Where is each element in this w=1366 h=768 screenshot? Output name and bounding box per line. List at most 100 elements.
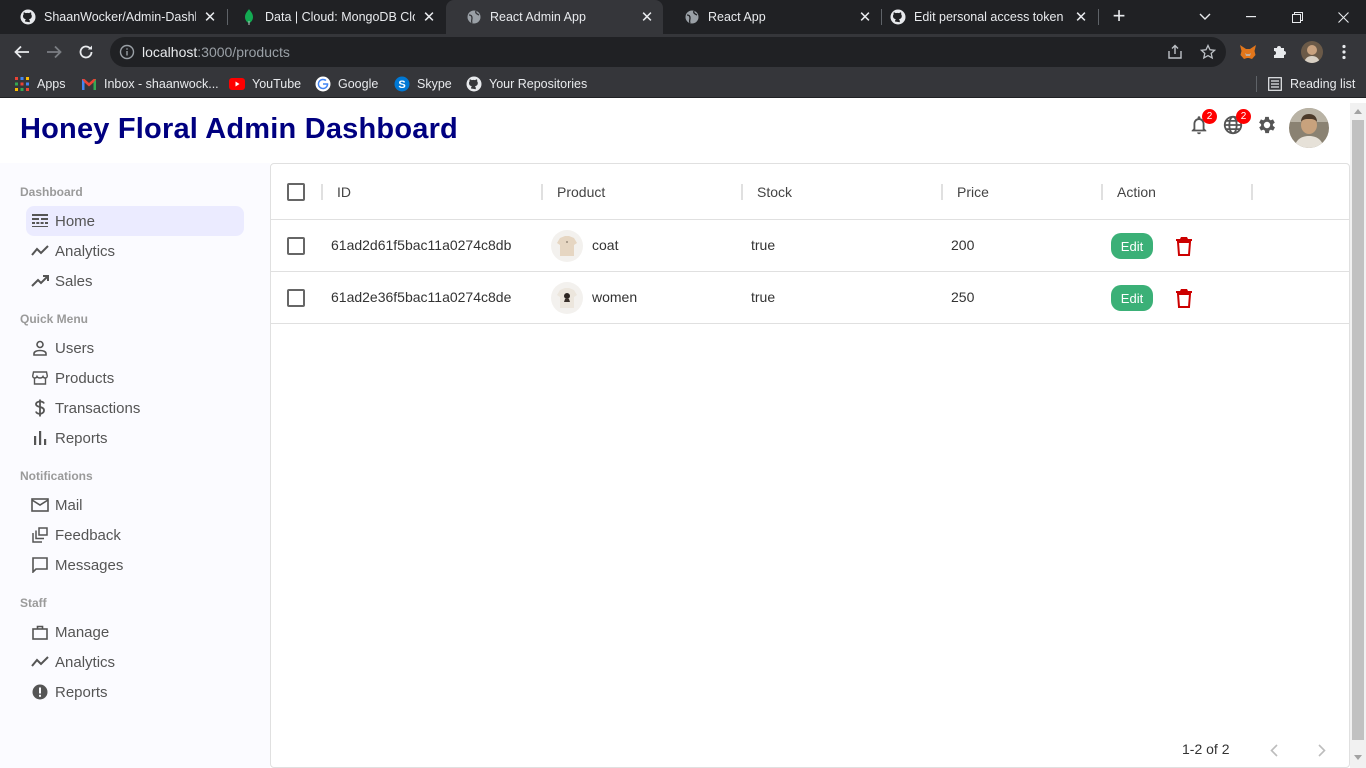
bookmark-label: Apps [37,77,66,91]
select-all-checkbox[interactable] [287,183,305,201]
close-icon[interactable]: ✕ [202,9,218,26]
browser-tab[interactable]: ShaanWocker/Admin-Dashboard ✕ [0,0,226,34]
skype-icon: S [394,76,410,92]
column-header-action[interactable]: Action [1117,184,1156,200]
reload-icon[interactable] [74,40,98,64]
tab-title: Data | Cloud: MongoDB Cloud [265,10,415,24]
sidebar-item-label: Analytics [55,242,116,260]
restore-icon[interactable] [1274,0,1320,34]
sidebar-item-label: Reports [55,429,108,447]
bookmark-gmail[interactable]: Inbox - shaanwock... [81,76,219,92]
url-host: localhost [142,44,198,60]
edit-button[interactable]: Edit [1111,285,1153,311]
reading-list-icon [1267,76,1283,92]
sidebar-item-analytics[interactable]: Analytics [26,236,244,266]
cell-id: 61ad2d61f5bac11a0274c8db [331,237,512,253]
column-header-price[interactable]: Price [957,184,989,200]
person-outline-icon [30,338,50,358]
scroll-down-arrow-icon[interactable] [1354,755,1362,760]
more-vert-icon[interactable] [1335,43,1353,61]
address-bar[interactable]: localhost:3000/products [110,37,1226,67]
sidebar-item-mail[interactable]: Mail [26,490,244,520]
bookmark-star-icon[interactable] [1199,43,1217,61]
sidebar-item-products[interactable]: Products [26,363,244,393]
language-badge: 2 [1236,109,1251,124]
edit-button[interactable]: Edit [1111,233,1153,259]
sidebar-item-home[interactable]: Home [26,206,244,236]
bookmark-label: Your Repositories [489,77,588,91]
chat-bubble-outline-icon [30,555,50,575]
column-separator [1251,184,1253,200]
bookmark-youtube[interactable]: YouTube [229,76,301,92]
minimize-icon[interactable] [1228,0,1274,34]
close-icon[interactable]: ✕ [1073,9,1089,26]
sidebar-item-label: Home [55,212,96,230]
new-tab-icon[interactable]: + [1108,5,1130,27]
bookmark-google[interactable]: Google [315,76,378,92]
chevron-right-icon[interactable] [1310,738,1334,762]
forward-arrow-icon[interactable] [42,40,66,64]
youtube-icon [229,76,245,92]
site-info-icon[interactable] [119,44,135,60]
bookmarks-bar: Apps Inbox - shaanwock... YouTube Google… [0,70,1366,98]
browser-tab[interactable]: React App ✕ [664,0,881,34]
back-arrow-icon[interactable] [10,40,34,64]
sidebar-item-label: Transactions [55,399,141,417]
sidebar-item-staff-analytics[interactable]: Analytics [26,647,244,677]
bookmark-your-repositories[interactable]: Your Repositories [466,76,587,92]
browser-tab-active[interactable]: React Admin App ✕ [446,0,663,34]
report-icon [30,682,50,702]
product-image [551,230,583,262]
cell-price: 250 [951,289,975,305]
storefront-icon [30,368,50,388]
column-header-product[interactable]: Product [557,184,605,200]
reading-list-button[interactable]: Reading list [1256,76,1355,92]
page-scrollbar[interactable] [1350,103,1366,768]
column-header-id[interactable]: ID [337,184,351,200]
sidebar-section-title-dashboard: Dashboard [20,185,83,199]
sidebar-item-messages[interactable]: Messages [26,550,244,580]
close-icon[interactable]: ✕ [639,9,655,26]
settings-button[interactable] [1255,115,1279,139]
sidebar-item-feedback[interactable]: Feedback [26,520,244,550]
column-header-stock[interactable]: Stock [757,184,792,200]
bookmark-apps[interactable]: Apps [14,76,66,92]
share-icon[interactable] [1166,43,1184,61]
bookmark-skype[interactable]: S Skype [394,76,452,92]
chevron-left-icon[interactable] [1262,738,1286,762]
dollar-icon [30,398,50,418]
user-avatar[interactable] [1289,108,1329,148]
notifications-badge: 2 [1202,109,1217,124]
row-checkbox[interactable] [287,289,305,307]
close-icon[interactable]: ✕ [421,9,437,26]
browser-tab[interactable]: Edit personal access token ✕ [870,0,1097,34]
sidebar-item-label: Products [55,369,115,387]
tab-search-icon[interactable] [1182,0,1228,34]
bookmark-label: Inbox - shaanwock... [104,77,219,91]
sidebar-item-users[interactable]: Users [26,333,244,363]
table-row[interactable]: 61ad2d61f5bac11a0274c8db coat true 200 E… [271,220,1349,272]
table-row[interactable]: 61ad2e36f5bac11a0274c8de women true 250 … [271,272,1349,324]
profile-avatar-icon[interactable] [1301,41,1323,63]
sidebar-item-reports[interactable]: Reports [26,423,244,453]
metamask-fox-icon[interactable] [1239,43,1257,61]
browser-toolbar: localhost:3000/products [0,34,1366,70]
mail-outline-icon [30,495,50,515]
trending-up-icon [30,271,50,291]
column-separator [941,184,943,200]
sidebar-item-manage[interactable]: Manage [26,617,244,647]
notifications-button[interactable]: 2 [1187,109,1217,139]
sidebar-item-staff-reports[interactable]: Reports [26,677,244,707]
scrollbar-thumb[interactable] [1352,120,1364,740]
language-button[interactable]: 2 [1221,109,1251,139]
pagination-info: 1-2 of 2 [1182,741,1230,757]
browser-tab[interactable]: Data | Cloud: MongoDB Cloud ✕ [221,0,445,34]
row-checkbox[interactable] [287,237,305,255]
delete-outline-icon[interactable] [1174,286,1194,310]
sidebar-item-transactions[interactable]: Transactions [26,393,244,423]
scroll-up-arrow-icon[interactable] [1354,109,1362,114]
extensions-puzzle-icon[interactable] [1270,43,1288,61]
delete-outline-icon[interactable] [1174,234,1194,258]
window-close-icon[interactable] [1320,0,1366,34]
sidebar-item-sales[interactable]: Sales [26,266,244,296]
